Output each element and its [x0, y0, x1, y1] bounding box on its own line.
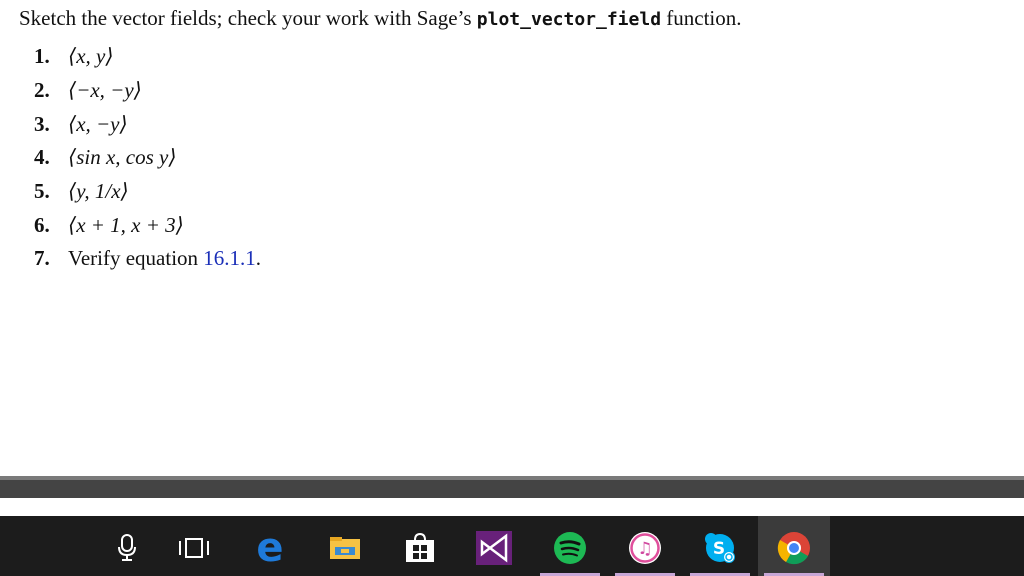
- exercise-list: 1. ⟨x, y⟩ 2. ⟨−x, −y⟩ 3. ⟨x, −y⟩ 4. ⟨sin x, …: [34, 40, 261, 276]
- item-number: 3.: [34, 111, 50, 136]
- instruction-text: Sketch the vector fields; check your wor…: [19, 6, 742, 31]
- scrollbar-track[interactable]: [0, 480, 1024, 498]
- svg-text:♫: ♫: [637, 539, 652, 559]
- list-item: 7. Verify equation 16.1.1.: [34, 242, 261, 276]
- svg-text:S: S: [713, 539, 725, 559]
- chrome-icon[interactable]: [770, 524, 818, 572]
- intro-pre: Sketch the vector fields; check your wor…: [19, 6, 472, 30]
- list-item: 2. ⟨−x, −y⟩: [34, 74, 261, 108]
- item-text: ⟨y, 1/x⟩: [68, 179, 129, 204]
- item-text: ⟨−x, −y⟩: [68, 78, 142, 103]
- item-text: Verify equation: [68, 246, 199, 271]
- skype-icon[interactable]: S: [696, 524, 744, 572]
- item-text: ⟨x, −y⟩: [68, 111, 128, 136]
- separator: [0, 498, 1024, 516]
- item-text: ⟨sin x, cos y⟩: [68, 145, 177, 170]
- intro-post: function.: [666, 6, 742, 30]
- itunes-icon[interactable]: ♫: [621, 524, 669, 572]
- item-text: ⟨x + 1, x + 3⟩: [68, 212, 184, 237]
- microphone-icon[interactable]: [103, 524, 151, 572]
- item-number: 4.: [34, 145, 50, 170]
- spotify-icon[interactable]: [546, 524, 594, 572]
- equation-link[interactable]: 16.1.1: [203, 246, 256, 271]
- item-number: 6.: [34, 212, 50, 237]
- taskbar: e ♫ S: [0, 516, 1024, 576]
- item-text: ⟨x, y⟩: [68, 44, 114, 69]
- function-name: plot_vector_field: [476, 9, 662, 30]
- list-item: 5. ⟨y, 1/x⟩: [34, 175, 261, 209]
- item-text-end: .: [255, 246, 262, 271]
- list-item: 6. ⟨x + 1, x + 3⟩: [34, 208, 261, 242]
- item-number: 7.: [34, 246, 50, 271]
- document-view: Sketch the vector fields; check your wor…: [0, 0, 1024, 476]
- visual-studio-icon[interactable]: [470, 524, 518, 572]
- list-item: 1. ⟨x, y⟩: [34, 40, 261, 74]
- horizontal-scrollbar[interactable]: [0, 476, 1024, 498]
- list-item: 4. ⟨sin x, cos y⟩: [34, 141, 261, 175]
- item-number: 5.: [34, 179, 50, 204]
- task-view-icon[interactable]: [170, 524, 218, 572]
- file-explorer-icon[interactable]: [321, 524, 369, 572]
- store-icon[interactable]: [396, 524, 444, 572]
- list-item: 3. ⟨x, −y⟩: [34, 107, 261, 141]
- edge-icon[interactable]: e: [246, 524, 294, 572]
- item-number: 2.: [34, 78, 50, 103]
- item-number: 1.: [34, 44, 50, 69]
